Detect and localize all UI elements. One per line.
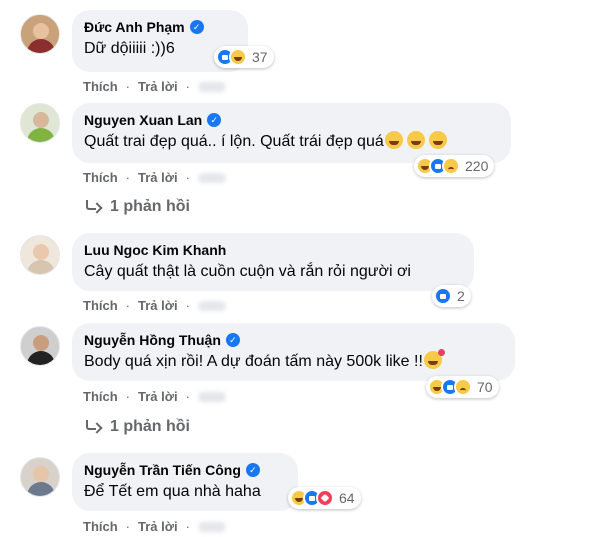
replies-count-label: 1 phản hồi bbox=[110, 198, 190, 215]
comment-text: Để Tết em qua nhà haha bbox=[84, 483, 261, 500]
reaction-summary[interactable]: 2 bbox=[432, 285, 471, 307]
tongue-wink-emoji-icon bbox=[428, 131, 447, 149]
reaction-summary[interactable]: 64 bbox=[288, 487, 361, 509]
verified-badge-icon: ✓ bbox=[225, 333, 240, 347]
timestamp[interactable] bbox=[197, 300, 226, 311]
sad-reaction-icon bbox=[442, 157, 460, 175]
reaction-summary[interactable]: 220 bbox=[414, 155, 495, 177]
author-name[interactable]: Nguyễn Trần Tiến Công bbox=[84, 461, 241, 479]
reaction-count: 37 bbox=[252, 49, 268, 65]
haha-reaction-icon bbox=[229, 48, 247, 66]
like-button[interactable]: Thích bbox=[83, 519, 118, 534]
replies-count-label: 1 phản hồi bbox=[110, 418, 190, 435]
timestamp[interactable] bbox=[197, 391, 226, 402]
author-name[interactable]: Luu Ngoc Kim Khanh bbox=[84, 241, 226, 259]
reply-button[interactable]: Trả lời bbox=[138, 170, 178, 185]
like-button[interactable]: Thích bbox=[83, 170, 118, 185]
avatar[interactable] bbox=[20, 235, 60, 275]
avatar[interactable] bbox=[20, 457, 60, 497]
comment-text: Quất trai đẹp quá.. í lộn. Quất trái đẹp… bbox=[84, 131, 499, 153]
reaction-summary[interactable]: 70 bbox=[426, 376, 499, 398]
reaction-count: 64 bbox=[339, 490, 355, 506]
reply-button[interactable]: Trả lời bbox=[138, 298, 178, 313]
view-replies-button[interactable]: 1 phản hồi bbox=[84, 418, 190, 436]
avatar[interactable] bbox=[20, 326, 60, 366]
verified-badge-icon: ✓ bbox=[245, 463, 260, 477]
timestamp[interactable] bbox=[197, 81, 226, 92]
love-reaction-icon bbox=[316, 489, 334, 507]
avatar[interactable] bbox=[20, 103, 60, 143]
verified-badge-icon: ✓ bbox=[189, 20, 204, 34]
author-name[interactable]: Nguyen Xuan Lan bbox=[84, 111, 202, 129]
comment-bubble: Luu Ngoc Kim Khanh Cây quất thật là cuồn… bbox=[72, 233, 474, 291]
comment-text: Body quá xịn rồi! A dự đoán tấm này 500k… bbox=[84, 349, 503, 373]
comment-bubble: Nguyen Xuan Lan ✓ Quất trai đẹp quá.. í … bbox=[72, 103, 511, 163]
like-reaction-icon bbox=[434, 287, 452, 305]
author-name[interactable]: Nguyễn Hồng Thuận bbox=[84, 331, 221, 349]
reply-button[interactable]: Trả lời bbox=[138, 519, 178, 534]
like-button[interactable]: Thích bbox=[83, 298, 118, 313]
comment-bubble: Nguyễn Hồng Thuận ✓ Body quá xịn rồi! A … bbox=[72, 323, 515, 381]
reply-arrow-icon bbox=[84, 200, 100, 214]
reaction-summary[interactable]: 37 bbox=[214, 46, 274, 68]
reaction-count: 220 bbox=[465, 158, 489, 174]
sad-reaction-icon bbox=[454, 378, 472, 396]
tongue-wink-emoji-icon bbox=[384, 131, 403, 149]
timestamp[interactable] bbox=[197, 172, 226, 183]
comment-bubble: Nguyễn Trần Tiến Công ✓ Để Tết em qua nh… bbox=[72, 453, 298, 511]
reaction-count: 70 bbox=[477, 379, 493, 395]
tongue-wink-emoji-icon bbox=[406, 131, 425, 149]
avatar[interactable] bbox=[20, 14, 60, 54]
verified-badge-icon: ✓ bbox=[207, 113, 222, 127]
author-name[interactable]: Đức Anh Phạm bbox=[84, 18, 185, 36]
reply-button[interactable]: Trả lời bbox=[138, 79, 178, 94]
smiling-hearts-emoji-icon bbox=[423, 349, 445, 369]
view-replies-button[interactable]: 1 phản hồi bbox=[84, 198, 190, 216]
reply-button[interactable]: Trả lời bbox=[138, 389, 178, 404]
reply-arrow-icon bbox=[84, 420, 100, 434]
like-button[interactable]: Thích bbox=[83, 79, 118, 94]
comment-text: Cây quất thật là cuồn cuộn và rắn rỏi ng… bbox=[84, 263, 411, 280]
timestamp[interactable] bbox=[197, 521, 226, 532]
reaction-count: 2 bbox=[457, 288, 465, 304]
like-button[interactable]: Thích bbox=[83, 389, 118, 404]
